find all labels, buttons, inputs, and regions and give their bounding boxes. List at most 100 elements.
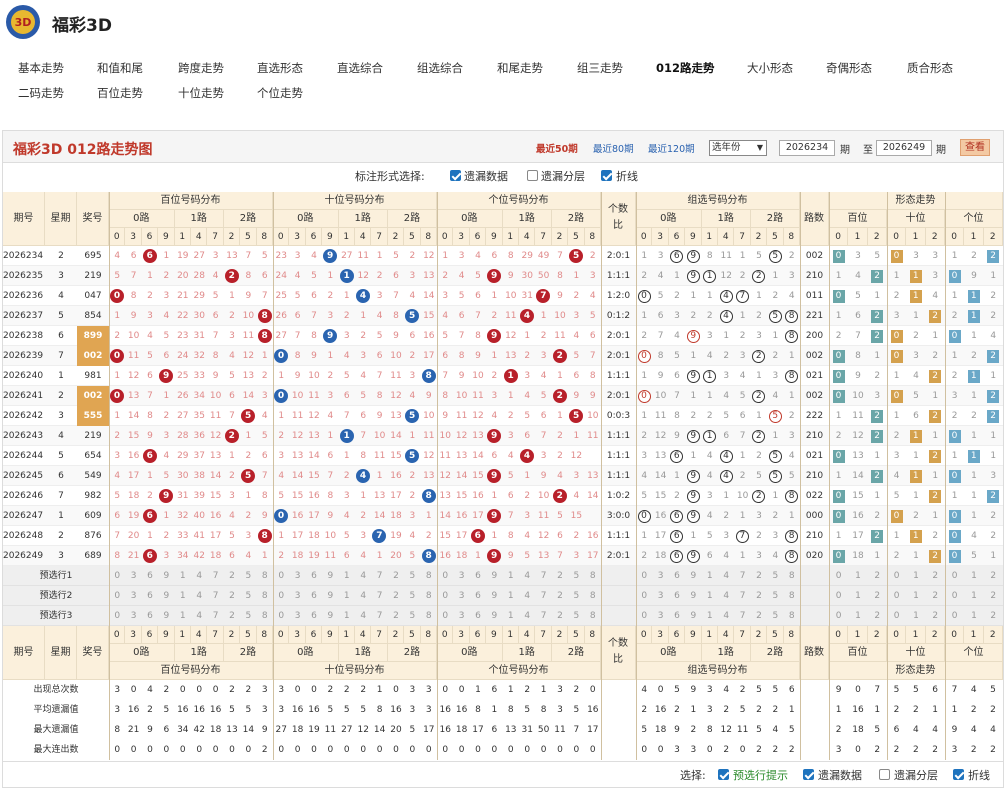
t-miss-cell: 13 [373,491,386,501]
stat-h-value: 3 [114,705,121,715]
nav-item-10[interactable]: 奇偶形态 [826,60,872,76]
shape-miss-cell: 11 [852,411,864,421]
recent-80-link[interactable]: 最近80期 [593,141,634,155]
column-divider [887,192,888,760]
recent-50-link[interactable]: 最近50期 [536,141,578,155]
shape-miss-cell: 2 [951,311,958,321]
h-hit-ball: 0 [110,349,124,363]
shape-miss-cell: 1 [932,471,939,481]
nav-item-9[interactable]: 大小形态 [747,60,793,76]
t-miss-cell: 7 [360,431,367,441]
h-miss-cell: 1 [147,531,153,541]
preselect-hint-checkbox[interactable] [718,769,729,780]
nav-item-13[interactable]: 百位走势 [97,85,143,101]
week-cell: 7 [58,491,64,501]
u-miss-cell: 11 [455,411,468,421]
bottom-options: 选择: 预选行提示 遗漏数据 遗漏分层 折线 [3,761,1003,787]
bottom-omit-data-checkbox[interactable] [803,769,814,780]
preselect-shape-digit: 2 [990,591,997,601]
polyline-checkbox[interactable] [601,170,612,181]
shape-miss-cell: 1 [835,311,842,321]
group-hit-circle: 8 [785,529,799,543]
h-miss-cell: 13 [226,251,238,261]
shape-miss-cell: 17 [852,531,864,541]
nav-item-2[interactable]: 跨度走势 [178,60,224,76]
stat-u-value: 2 [524,685,531,695]
group-hit-circle: 4 [719,449,733,463]
stat-g-value: 9 [690,685,697,695]
t-miss-cell: 6 [376,351,383,361]
t-miss-cell: 4 [343,351,350,361]
group-miss-cell: 4 [723,551,730,561]
nav-item-8[interactable]: 012路走势 [656,60,715,76]
h-hit-ball: 6 [142,549,157,563]
u-miss-cell: 2 [573,291,580,301]
u-miss-cell: 3 [573,551,580,561]
h-miss-cell: 36 [193,431,205,441]
t-miss-cell: 2 [278,431,285,441]
nav-item-7[interactable]: 组三走势 [577,60,623,76]
nav-item-4[interactable]: 直选综合 [337,60,383,76]
preselect-digit-3: 2 [756,571,762,581]
stat-h-value: 21 [127,725,140,735]
u-miss-cell: 8 [589,371,596,381]
shape-miss-cell: 2 [835,431,842,441]
recent-120-link[interactable]: 最近120期 [648,141,695,155]
bottom-polyline-checkbox[interactable] [953,769,964,780]
stat-h-value: 0 [130,685,137,695]
stat-t-value: 3 [278,685,285,695]
h-miss-cell: 4 [245,551,252,561]
hundreds-header: 百位号码分布 [109,192,273,210]
u-miss-cell: 10 [537,491,550,501]
u-miss-cell: 2 [540,331,547,341]
u-miss-cell: 18 [455,551,468,561]
stat-g-value: 2 [772,745,779,755]
stat-u-value: 0 [589,745,596,755]
bottom-omit-layer-checkbox[interactable] [879,769,890,780]
nav-item-5[interactable]: 组选综合 [417,60,463,76]
t-miss-cell: 12 [423,451,435,461]
preselect-digit-1: 2 [393,571,399,581]
nav-item-3[interactable]: 直选形态 [257,60,303,76]
group-miss-cell: 1 [772,271,779,281]
preselect-digit-2: 3 [458,571,465,581]
preselect-digit-1: 7 [376,571,383,581]
nav-item-12[interactable]: 二码走势 [18,85,64,101]
year-select[interactable]: 选年份 ▼ [709,140,767,156]
g-route-group-0: 0路 [636,210,702,228]
stat-g-value: 3 [706,705,713,715]
stat-h-value: 5 [163,705,170,715]
query-button[interactable]: 查看 [960,139,990,156]
shape-miss-cell: 2 [990,531,997,541]
group-hit-circle: 4 [719,469,733,483]
group-miss-cell: 9 [674,431,680,441]
from-issue-input[interactable]: 2026234 [779,140,835,156]
preselect-digit-0: 4 [196,591,203,601]
omit-data-checkbox[interactable] [450,170,461,181]
t-route-group-footer-0: 0路 [273,644,339,662]
nav-item-0[interactable]: 基本走势 [18,60,64,76]
to-issue-input[interactable]: 2026249 [876,140,932,156]
shape-digit-footer: 0 [945,626,965,644]
shape-miss-cell: 1 [990,371,997,381]
nav-item-6[interactable]: 和尾走势 [497,60,543,76]
shape-digit-footer: 2 [983,626,1003,644]
u-miss-cell: 31 [521,291,533,301]
nav-item-1[interactable]: 和值和尾 [97,60,143,76]
u-miss-cell: 4 [475,251,481,261]
nav-item-15[interactable]: 个位走势 [257,85,303,101]
t-hit-ball: 4 [356,289,370,303]
shape-miss-cell: 1 [971,391,977,401]
nav-item-14[interactable]: 十位走势 [178,85,224,101]
h-miss-cell: 27 [193,251,205,261]
shape-miss-cell: 9 [855,371,861,381]
preselect-shape-digit: 0 [893,611,900,621]
group-miss-cell: 2 [756,531,762,541]
issue-cell: 2026247 [3,511,44,521]
t-digit-header-9: 8 [420,228,437,246]
t-miss-cell: 5 [294,291,301,301]
nav-item-11[interactable]: 质合形态 [907,60,953,76]
shape-hit-block: 2 [929,549,942,563]
omit-layer-checkbox[interactable] [527,170,538,181]
h-miss-cell: 19 [177,251,189,261]
